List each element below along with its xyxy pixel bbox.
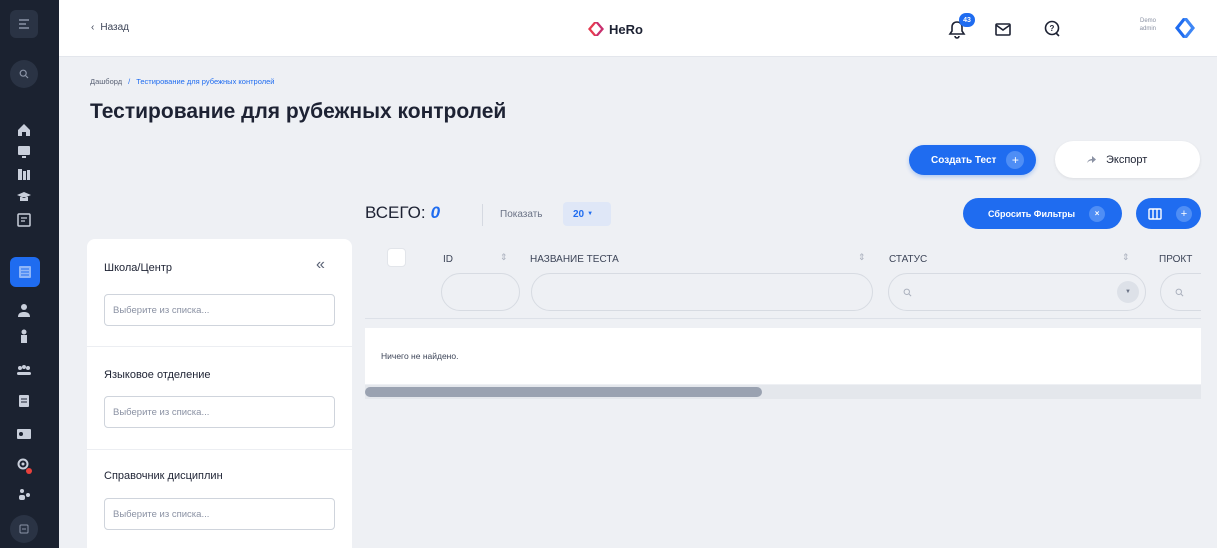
id-filter-input[interactable] bbox=[441, 273, 520, 311]
close-icon: × bbox=[1089, 205, 1106, 222]
app-logo[interactable]: HeRo bbox=[586, 20, 643, 38]
filter-label: Школа/Центр bbox=[104, 262, 172, 274]
column-test-name[interactable]: НАЗВАНИЕ ТЕСТА bbox=[530, 254, 619, 265]
total-value: 0 bbox=[430, 203, 441, 222]
columns-button[interactable]: + bbox=[1136, 198, 1201, 229]
export-label: Экспорт bbox=[1106, 153, 1148, 166]
table-header: ID ⇕ НАЗВАНИЕ ТЕСТА ⇕ СТАТУС ⇕ ПРОКТ ▼ bbox=[365, 240, 1201, 319]
logo-text: HeRo bbox=[609, 21, 643, 37]
avatar[interactable] bbox=[1170, 13, 1200, 43]
caret-down-icon: ▼ bbox=[587, 211, 594, 217]
graduation-cap-icon[interactable] bbox=[14, 187, 34, 207]
id-card-icon[interactable] bbox=[14, 424, 34, 444]
divider bbox=[87, 449, 352, 450]
proctoring-filter-input[interactable] bbox=[1160, 273, 1201, 311]
mail-icon[interactable] bbox=[991, 17, 1015, 41]
sidebar bbox=[0, 0, 59, 548]
teacher-icon[interactable] bbox=[14, 326, 34, 346]
help-icon[interactable]: ? bbox=[1040, 17, 1064, 41]
list-icon[interactable] bbox=[10, 257, 40, 287]
filter-label: Справочник дисциплин bbox=[104, 470, 223, 482]
search-icon bbox=[1175, 288, 1184, 296]
share-icon bbox=[1087, 156, 1096, 163]
notification-badge: 43 bbox=[959, 13, 975, 27]
document-icon[interactable] bbox=[14, 391, 34, 411]
status-filter-select[interactable]: ▼ bbox=[888, 273, 1146, 311]
page-title: Тестирование для рубежных контролей bbox=[90, 100, 507, 123]
contract-icon[interactable] bbox=[14, 210, 34, 230]
menu-icon[interactable] bbox=[10, 10, 38, 38]
filters-panel: « Школа/Центр Выберите из списка... Язык… bbox=[87, 239, 352, 548]
breadcrumb-home[interactable]: Дашборд bbox=[90, 77, 122, 86]
scrollbar-thumb[interactable] bbox=[365, 387, 762, 397]
empty-message: Ничего не найдено. bbox=[381, 351, 459, 361]
bell-icon[interactable]: 43 bbox=[945, 13, 975, 41]
monitor-icon[interactable] bbox=[14, 142, 34, 162]
svg-text:?: ? bbox=[1050, 24, 1055, 33]
sort-icon[interactable]: ⇕ bbox=[500, 252, 508, 263]
chevron-down-icon[interactable]: ▼ bbox=[1117, 281, 1139, 303]
column-id[interactable]: ID bbox=[443, 254, 453, 265]
language-department-select[interactable]: Выберите из списка... bbox=[104, 396, 335, 428]
reset-filters-button[interactable]: Сбросить Фильтры × bbox=[963, 198, 1122, 229]
home-icon[interactable] bbox=[14, 120, 34, 140]
create-test-label: Создать Тест bbox=[931, 154, 997, 166]
school-select[interactable]: Выберите из списка... bbox=[104, 294, 335, 326]
tests-table: ID ⇕ НАЗВАНИЕ ТЕСТА ⇕ СТАТУС ⇕ ПРОКТ ▼ Н… bbox=[365, 240, 1201, 400]
sort-icon[interactable]: ⇕ bbox=[1122, 252, 1130, 263]
total-label: ВСЕГО: bbox=[365, 203, 426, 222]
page-size-value: 20 bbox=[573, 208, 585, 220]
back-label: Назад bbox=[100, 22, 129, 33]
disciplines-select[interactable]: Выберите из списка... bbox=[104, 498, 335, 530]
column-status[interactable]: СТАТУС bbox=[889, 254, 927, 265]
export-button[interactable]: Экспорт bbox=[1055, 141, 1200, 178]
user-name: Demo bbox=[1139, 18, 1156, 24]
table-body: Ничего не найдено. bbox=[365, 328, 1201, 384]
test-name-filter-input[interactable] bbox=[531, 273, 873, 311]
divider bbox=[87, 346, 352, 347]
show-label: Показать bbox=[500, 209, 543, 220]
total-count: ВСЕГО: 0 bbox=[365, 203, 440, 223]
sort-icon[interactable]: ⇕ bbox=[858, 252, 866, 263]
breadcrumb-current: Тестирование для рубежных контролей bbox=[136, 77, 275, 86]
search-icon bbox=[903, 288, 912, 296]
plus-icon: + bbox=[1176, 205, 1192, 222]
page-size-select[interactable]: 20 ▼ bbox=[563, 202, 611, 226]
user-info[interactable]: Demo admin bbox=[1132, 17, 1156, 33]
books-icon[interactable] bbox=[14, 164, 34, 184]
divider bbox=[482, 204, 483, 226]
logo-icon bbox=[588, 22, 604, 36]
top-header: ‹ Назад HeRo 43 ? Demo admin bbox=[59, 0, 1217, 57]
person-icon[interactable] bbox=[14, 300, 34, 320]
chevron-left-icon: ‹ bbox=[91, 22, 95, 33]
select-all-checkbox[interactable] bbox=[387, 248, 406, 267]
column-proctoring[interactable]: ПРОКТ bbox=[1159, 254, 1192, 265]
back-link[interactable]: ‹ Назад bbox=[91, 22, 129, 33]
create-test-button[interactable]: Создать Тест + bbox=[909, 145, 1036, 175]
search-icon[interactable] bbox=[10, 60, 38, 88]
filter-label: Языковое отделение bbox=[104, 369, 211, 381]
reset-filters-label: Сбросить Фильтры bbox=[988, 208, 1076, 219]
users-icon[interactable] bbox=[14, 484, 34, 504]
collapse-panel-icon[interactable]: « bbox=[316, 256, 325, 274]
breadcrumb-separator: / bbox=[128, 77, 131, 86]
gear-icon[interactable] bbox=[14, 455, 34, 475]
columns-icon bbox=[1148, 207, 1162, 220]
logout-icon[interactable] bbox=[10, 515, 38, 543]
breadcrumb: Дашборд / Тестирование для рубежных контро… bbox=[90, 77, 274, 86]
user-role: admin bbox=[1139, 26, 1156, 32]
horizontal-scrollbar[interactable] bbox=[365, 385, 1201, 399]
plus-icon: + bbox=[1006, 151, 1025, 169]
alert-dot bbox=[26, 468, 32, 474]
group-icon[interactable] bbox=[14, 360, 34, 380]
